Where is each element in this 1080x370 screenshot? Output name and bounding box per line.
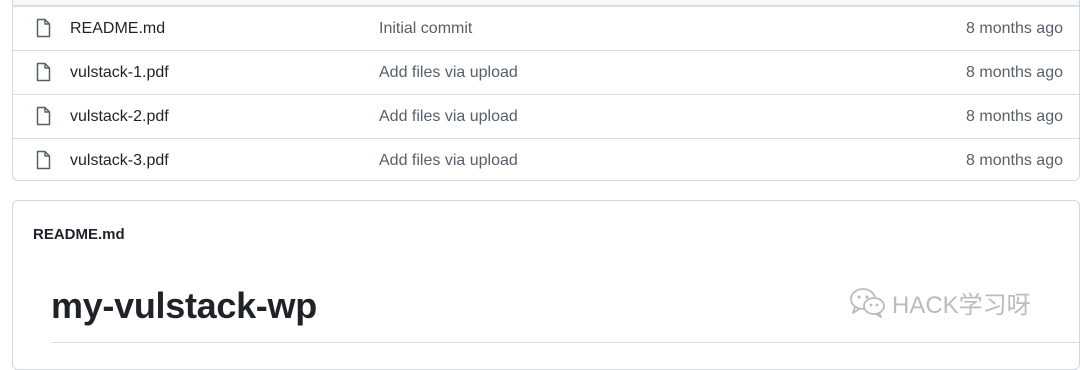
file-name-link[interactable]: vulstack-3.pdf [70,152,169,170]
file-list: README.md Initial commit 8 months ago vu… [12,0,1080,181]
file-icon [36,18,51,38]
heading-divider [51,342,1079,343]
file-name-link[interactable]: README.md [70,20,165,38]
file-row[interactable]: vulstack-3.pdf Add files via upload 8 mo… [13,138,1079,180]
watermark: HACK学习呀 [848,284,1031,320]
readme-filename[interactable]: README.md [33,226,125,243]
file-icon [36,62,51,82]
file-row[interactable]: vulstack-1.pdf Add files via upload 8 mo… [13,50,1079,94]
commit-age: 8 months ago [966,19,1063,37]
file-row[interactable]: README.md Initial commit 8 months ago [13,6,1079,50]
readme-heading: my-vulstack-wp [51,285,317,326]
commit-message-link[interactable]: Add files via upload [379,108,518,126]
file-name-link[interactable]: vulstack-2.pdf [70,108,169,126]
file-icon [36,150,51,170]
commit-age: 8 months ago [966,107,1063,125]
commit-age: 8 months ago [966,151,1063,169]
file-row[interactable]: vulstack-2.pdf Add files via upload 8 mo… [13,94,1079,138]
wechat-icon [850,288,885,318]
commit-message-link[interactable]: Add files via upload [379,64,518,82]
commit-age: 8 months ago [966,63,1063,81]
file-name-link[interactable]: vulstack-1.pdf [70,64,169,82]
watermark-text: HACK学习呀 [892,291,1031,319]
divider [13,267,1079,268]
file-icon [36,106,51,126]
commit-message-link[interactable]: Initial commit [379,20,472,38]
commit-message-link[interactable]: Add files via upload [379,152,518,170]
